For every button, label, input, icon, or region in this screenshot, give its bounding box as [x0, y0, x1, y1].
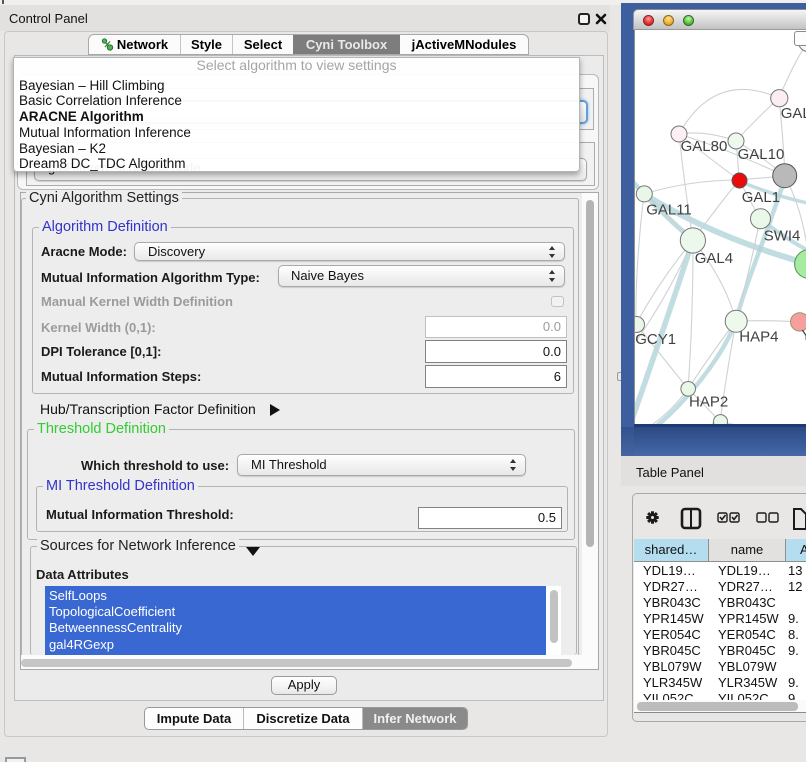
svg-text:GAL10: GAL10 [738, 146, 785, 163]
svg-text:HAP2: HAP2 [689, 393, 728, 410]
svg-text:GAL11: GAL11 [646, 201, 692, 218]
svg-text:SWI4: SWI4 [764, 228, 801, 245]
svg-text:GAL2: GAL2 [781, 105, 806, 122]
svg-text:HAP4: HAP4 [739, 329, 778, 346]
svg-text:GAL4: GAL4 [695, 250, 733, 267]
svg-text:GAL80: GAL80 [681, 138, 728, 155]
svg-text:Y: Y [801, 327, 806, 344]
svg-text:GCY1: GCY1 [635, 331, 676, 348]
svg-text:GAL1: GAL1 [742, 189, 780, 206]
